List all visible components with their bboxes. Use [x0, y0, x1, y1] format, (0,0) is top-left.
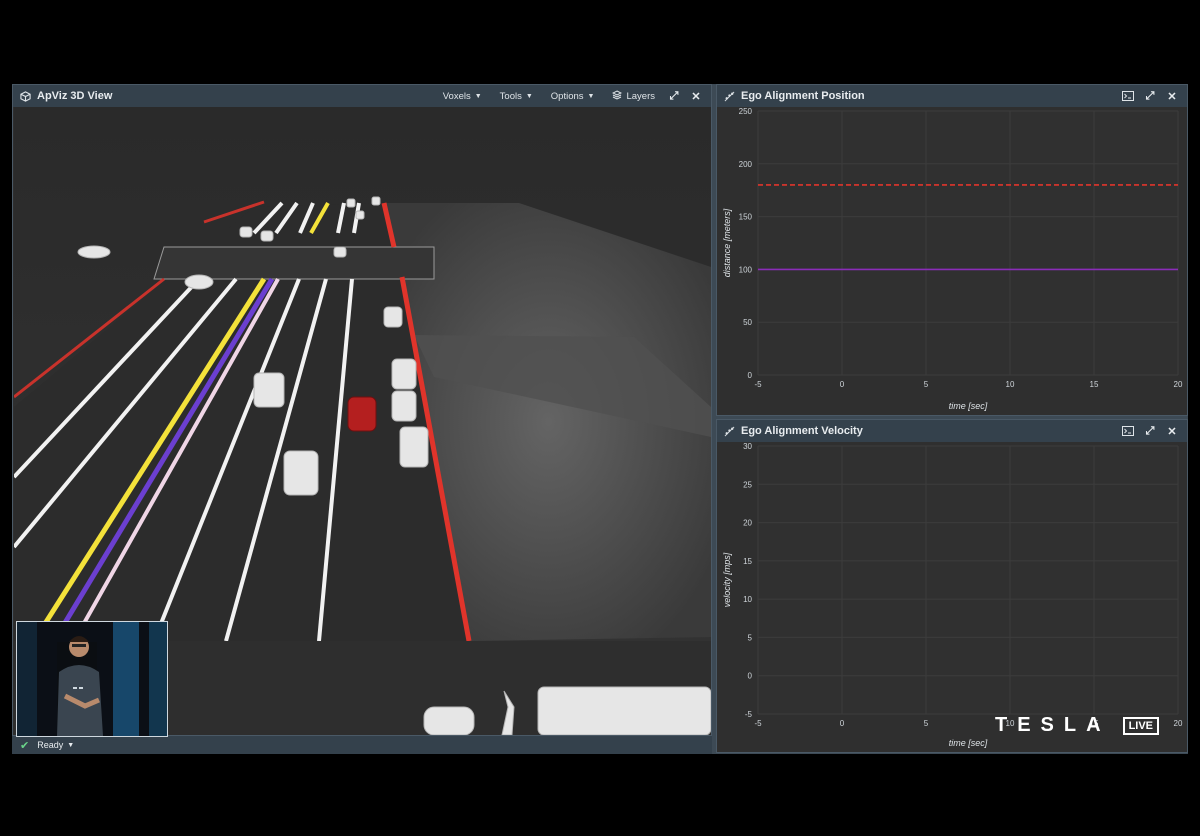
live-badge: LIVE — [1122, 716, 1160, 735]
y-axis-label: velocity [mps] — [722, 552, 732, 607]
y-tick-label: 250 — [739, 107, 753, 116]
y-tick-label: 15 — [743, 557, 752, 566]
maximize-icon[interactable]: ⤢ — [1143, 89, 1157, 103]
presenter-webcam-overlay — [16, 621, 168, 737]
x-tick-label: 15 — [1090, 380, 1099, 389]
caret-down-icon: ▼ — [525, 92, 533, 100]
x-tick-label: 10 — [1006, 380, 1015, 389]
plot-area — [758, 111, 1178, 375]
status-dropdown[interactable]: Ready ▼ — [37, 740, 74, 750]
x-tick-label: 5 — [924, 380, 929, 389]
brand-overlay: TESLA LIVE — [995, 714, 1160, 737]
console-icon[interactable] — [1121, 89, 1135, 103]
app-frame: ApViz 3D View Voxels ▼ Tools ▼ Options ▼ La… — [12, 84, 1188, 754]
status-bar: ✔ Ready ▼ — [12, 736, 712, 754]
caret-down-icon: ▼ — [474, 92, 482, 100]
options-label: Options — [550, 90, 584, 102]
close-icon[interactable]: ✕ — [689, 89, 703, 103]
cube-icon — [19, 90, 31, 102]
layers-label: Layers — [626, 90, 655, 102]
close-icon[interactable]: ✕ — [1165, 89, 1179, 103]
y-tick-label: 50 — [743, 318, 752, 327]
x-tick-label: 0 — [840, 719, 845, 728]
y-tick-label: -5 — [745, 710, 753, 719]
caret-down-icon: ▼ — [67, 741, 75, 749]
voxels-dropdown[interactable]: Voxels ▼ — [437, 89, 488, 104]
apviz-title-bar: ApViz 3D View Voxels ▼ Tools ▼ Options ▼ La… — [13, 85, 711, 107]
y-tick-label: 5 — [748, 633, 753, 642]
layers-button[interactable]: Layers — [606, 88, 661, 105]
y-tick-label: 10 — [743, 595, 752, 604]
x-tick-label: -5 — [754, 380, 762, 389]
velocity-title: Ego Alignment Velocity — [741, 425, 863, 437]
apviz-title: ApViz 3D View — [37, 90, 113, 102]
y-tick-label: 25 — [743, 480, 752, 489]
x-axis-label: time [sec] — [949, 738, 988, 748]
scatter-icon — [723, 90, 735, 102]
x-tick-label: 0 — [840, 380, 845, 389]
tesla-logo: TESLA — [995, 714, 1111, 736]
plot-area — [758, 446, 1178, 714]
maximize-icon[interactable]: ⤢ — [1143, 424, 1157, 438]
y-tick-label: 30 — [743, 442, 752, 451]
console-icon[interactable] — [1121, 424, 1135, 438]
status-text: Ready — [37, 740, 64, 750]
velocity-title-bar: Ego Alignment Velocity ⤢ ✕ — [717, 420, 1187, 442]
x-tick-label: 20 — [1174, 380, 1183, 389]
velocity-chart[interactable]: -5 0 5 10 15 20 -5051015202530 time [sec] vel… — [718, 442, 1188, 752]
maximize-icon[interactable]: ⤢ — [667, 89, 681, 103]
options-dropdown[interactable]: Options ▼ — [545, 89, 601, 104]
ego-vehicle — [347, 396, 377, 432]
y-tick-label: 100 — [739, 265, 753, 274]
y-tick-label: 20 — [743, 519, 752, 528]
y-tick-label: 200 — [739, 160, 753, 169]
intersection — [153, 246, 435, 280]
x-tick-label: -5 — [754, 719, 762, 728]
close-icon[interactable]: ✕ — [1165, 424, 1179, 438]
y-tick-label: 0 — [748, 672, 753, 681]
y-axis-label: distance [meters] — [722, 208, 732, 277]
x-tick-label: 20 — [1174, 719, 1183, 728]
scatter-icon — [723, 425, 735, 437]
tools-dropdown[interactable]: Tools ▼ — [494, 89, 539, 104]
layers-icon — [612, 89, 623, 103]
position-title: Ego Alignment Position — [741, 90, 865, 102]
x-tick-label: 5 — [924, 719, 929, 728]
position-title-bar: Ego Alignment Position ⤢ ✕ — [717, 85, 1187, 107]
ego-alignment-position-panel: Ego Alignment Position ⤢ ✕ -5 0 5 10 15 20 05… — [716, 84, 1188, 416]
position-chart[interactable]: -5 0 5 10 15 20 050100150200250 time [sec] di… — [718, 107, 1188, 415]
tools-label: Tools — [499, 90, 522, 102]
voxels-label: Voxels — [442, 90, 471, 102]
y-tick-label: 150 — [739, 213, 753, 222]
checkmark-icon: ✔ — [20, 739, 30, 752]
caret-down-icon: ▼ — [587, 92, 595, 100]
y-tick-label: 0 — [748, 371, 753, 380]
x-axis-label: time [sec] — [949, 401, 988, 411]
ego-alignment-velocity-panel: Ego Alignment Velocity ⤢ ✕ -5 0 5 10 15 20 -5… — [716, 419, 1188, 753]
